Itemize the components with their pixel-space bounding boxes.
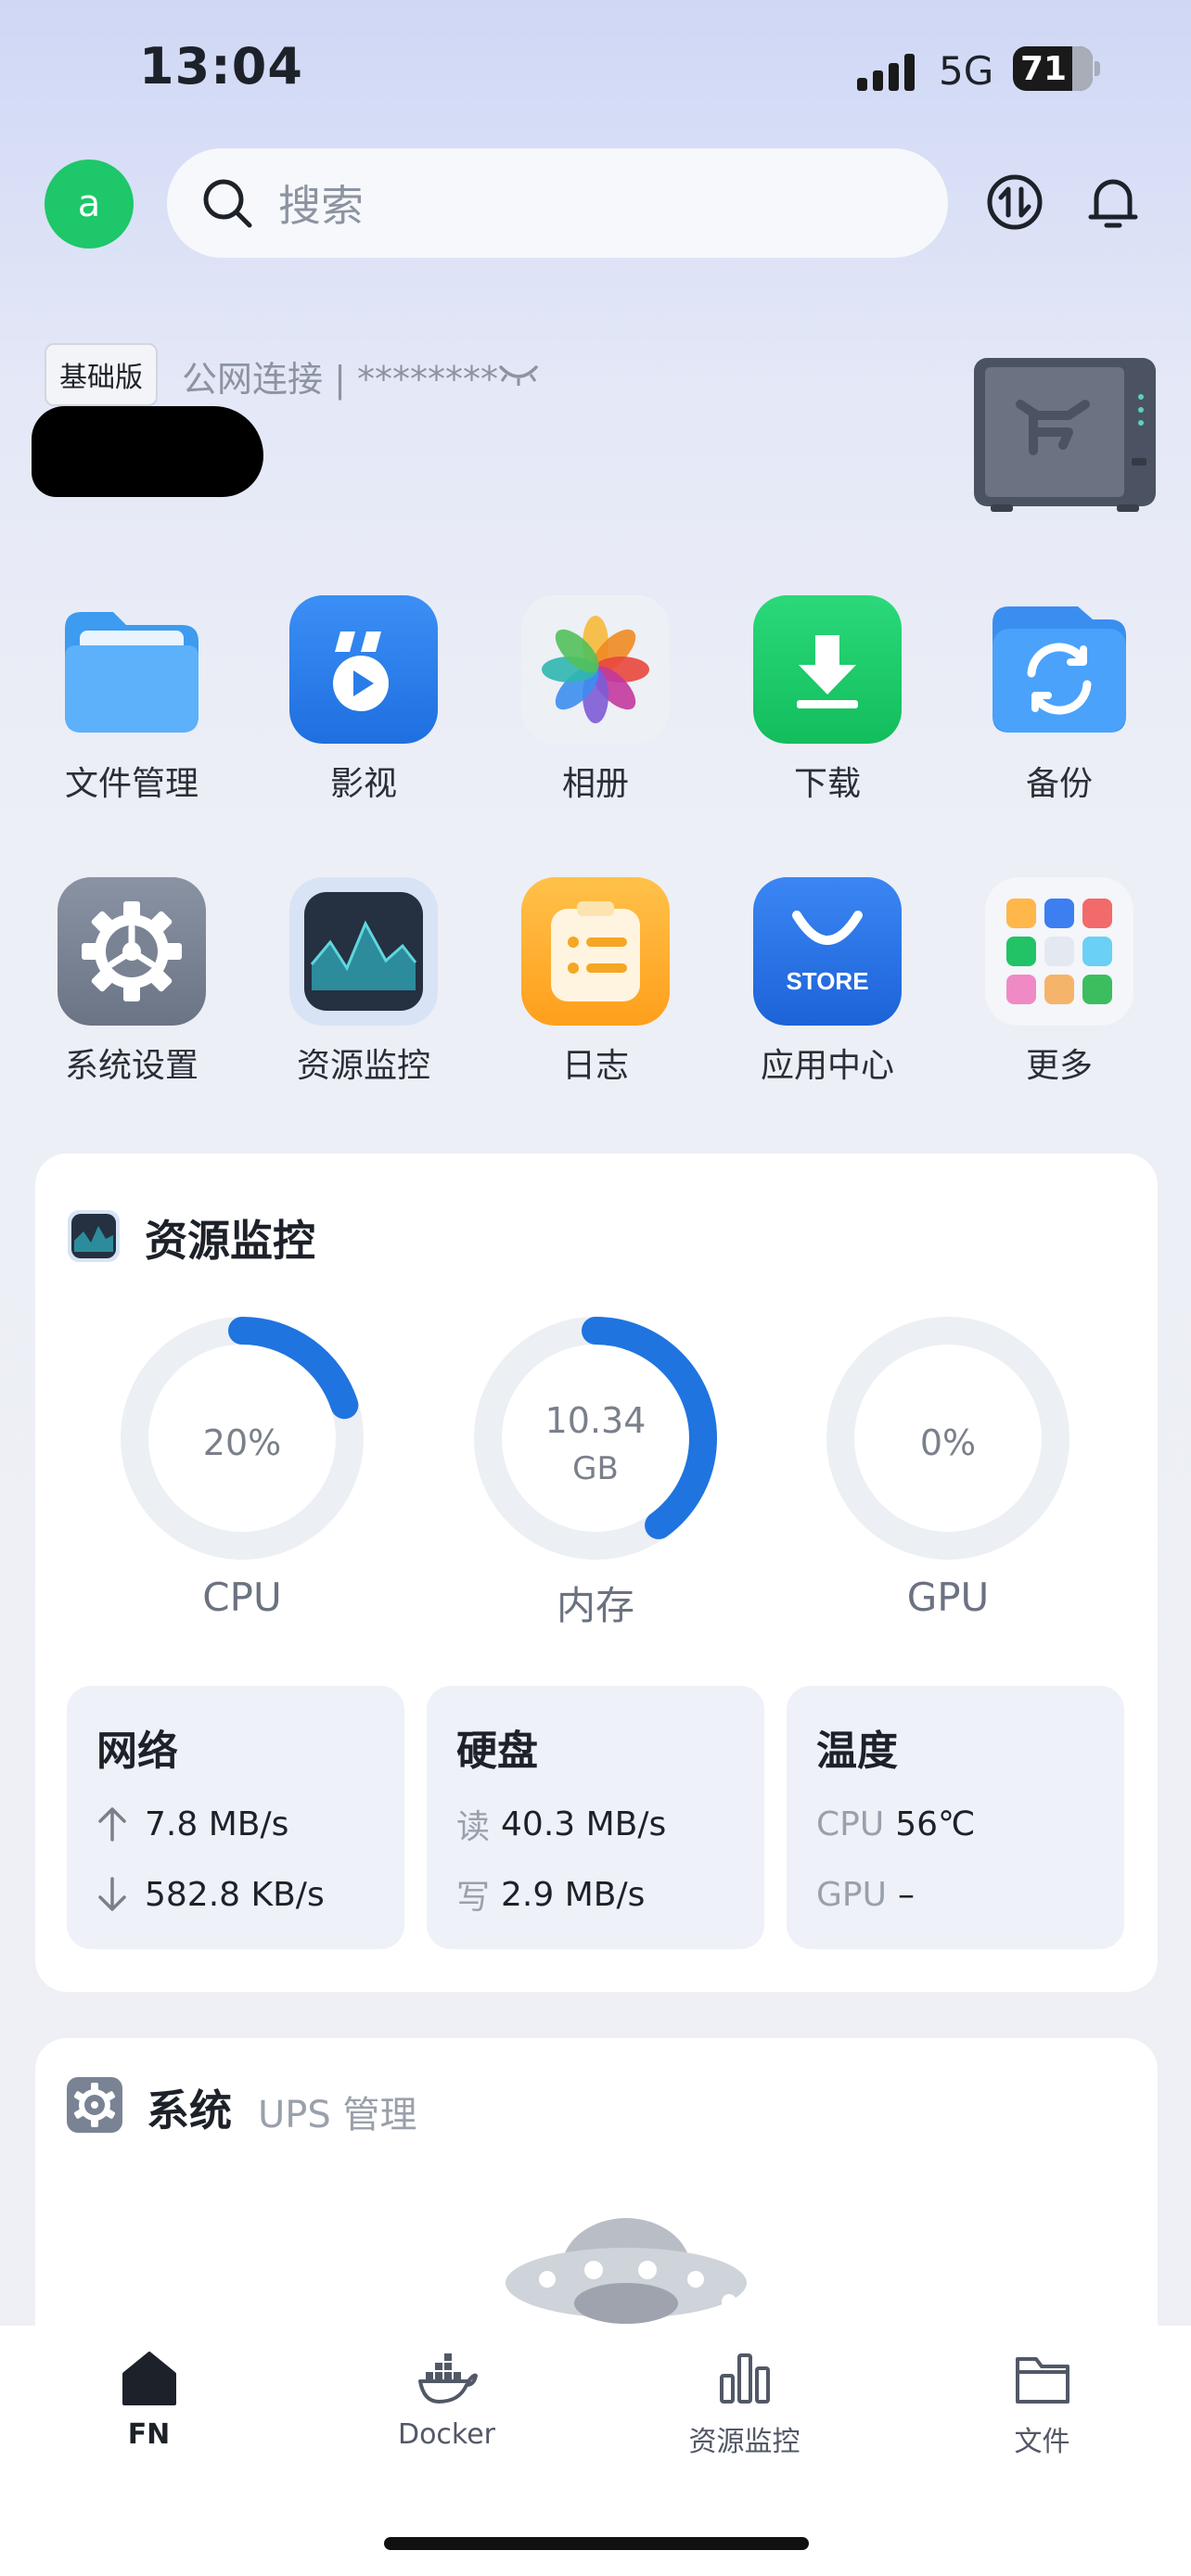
battery-level: 71	[1020, 50, 1068, 88]
eye-closed-icon[interactable]	[497, 363, 540, 388]
settings-icon	[58, 877, 206, 1026]
app-log[interactable]: 日志	[503, 877, 688, 1087]
app-backup[interactable]: 备份	[967, 595, 1152, 805]
app-photos[interactable]: 相册	[503, 595, 688, 805]
monitor-small-icon	[68, 1210, 120, 1262]
home-indicator	[384, 2537, 809, 2550]
gpu-label: GPU	[906, 1575, 990, 1620]
photos-icon	[521, 595, 670, 744]
store-badge-text: STORE	[786, 966, 869, 995]
download-icon	[753, 595, 902, 744]
folder-icon	[58, 595, 206, 744]
app-download[interactable]: 下载	[735, 595, 920, 805]
monitor-card-title: 资源监控	[145, 1216, 315, 1266]
search-placeholder: 搜索	[278, 181, 364, 231]
battery-tip	[1095, 61, 1100, 76]
disk-read-key: 读	[456, 1808, 491, 1846]
bar-chart-icon	[719, 2353, 770, 2404]
disk-title: 硬盘	[456, 1728, 538, 1775]
bag-handle-icon	[792, 910, 863, 945]
tab-label: 文件	[1014, 2426, 1070, 2458]
edition-badge: 基础版	[45, 343, 158, 406]
folder-outline-icon	[1015, 2357, 1069, 2404]
tab-fn[interactable]: FN	[0, 2348, 298, 2451]
tab-files[interactable]: 文件	[893, 2348, 1191, 2459]
memory-gauge: 10.34 GB 内存	[470, 1313, 721, 1631]
app-label: 下载	[793, 765, 861, 803]
disk-write-value: 2.9 MB/s	[501, 1875, 646, 1914]
status-time: 13:04	[139, 37, 303, 96]
app-label: 日志	[561, 1047, 629, 1085]
connection-info: 公网连接 | ********	[182, 359, 498, 400]
tab-label: FN	[127, 2418, 171, 2451]
arrow-up-icon	[98, 1807, 126, 1842]
app-label: 资源监控	[296, 1047, 430, 1085]
temp-cpu-key: CPU	[816, 1804, 885, 1843]
redacted-device-name	[32, 406, 263, 497]
transfer-icon[interactable]	[985, 172, 1044, 232]
app-file-manager[interactable]: 文件管理	[39, 595, 224, 805]
system-settings-small-icon	[67, 2077, 122, 2133]
docker-icon	[417, 2353, 478, 2404]
app-label: 系统设置	[64, 1047, 198, 1085]
cellular-signal-icon	[857, 54, 915, 91]
tab-label: 资源监控	[688, 2426, 800, 2458]
temp-gpu-value: –	[897, 1875, 915, 1914]
store-icon: STORE	[753, 877, 902, 1026]
tab-label: Docker	[397, 2418, 496, 2451]
home-icon	[122, 2352, 176, 2405]
battery-icon: 71	[1013, 46, 1093, 91]
disk-tile[interactable]: 硬盘 读 40.3 MB/s 写 2.9 MB/s	[427, 1686, 764, 1949]
cpu-label: CPU	[202, 1575, 282, 1620]
system-card-title: 系统	[147, 2085, 232, 2136]
gpu-value: 0%	[919, 1422, 977, 1463]
temperature-tile[interactable]: 温度 CPU 56℃ GPU –	[787, 1686, 1124, 1949]
backup-icon	[985, 595, 1133, 744]
log-icon	[521, 877, 670, 1026]
app-label: 文件管理	[64, 765, 198, 803]
memory-label: 内存	[556, 1583, 634, 1628]
app-label: 应用中心	[760, 1047, 894, 1085]
app-label: 相册	[561, 765, 629, 803]
network-title: 网络	[96, 1728, 178, 1775]
video-icon	[289, 595, 438, 744]
app-store[interactable]: STORE 应用中心	[735, 877, 920, 1087]
avatar[interactable]: a	[45, 159, 134, 249]
temperature-title: 温度	[816, 1728, 898, 1775]
arrow-down-icon	[98, 1877, 126, 1911]
network-down-value: 582.8 KB/s	[145, 1875, 325, 1914]
gpu-gauge: 0% GPU	[823, 1313, 1073, 1620]
app-resource-monitor[interactable]: 资源监控	[271, 877, 456, 1087]
memory-value: 10.34	[544, 1400, 647, 1441]
temp-cpu-value: 56℃	[895, 1804, 976, 1843]
tab-resource-monitor[interactable]: 资源监控	[596, 2348, 893, 2459]
monitor-icon	[289, 877, 438, 1026]
app-video[interactable]: 影视	[271, 595, 456, 805]
app-system-settings[interactable]: 系统设置	[39, 877, 224, 1087]
network-up-value: 7.8 MB/s	[145, 1804, 289, 1843]
tab-docker[interactable]: Docker	[298, 2348, 596, 2451]
search-bar[interactable]: 搜索	[167, 148, 948, 258]
network-type: 5G	[939, 48, 994, 94]
disk-read-value: 40.3 MB/s	[501, 1804, 667, 1843]
bell-icon[interactable]	[1083, 172, 1143, 232]
search-icon	[203, 179, 252, 228]
app-label: 备份	[1025, 765, 1093, 803]
disk-write-key: 写	[456, 1879, 491, 1917]
app-label: 更多	[1025, 1047, 1093, 1085]
memory-unit: GB	[572, 1450, 619, 1487]
ufo-illustration	[506, 2218, 747, 2324]
more-icon	[985, 877, 1133, 1026]
temp-gpu-key: GPU	[816, 1875, 887, 1914]
network-tile[interactable]: 网络 7.8 MB/s 582.8 KB/s	[67, 1686, 404, 1949]
app-more[interactable]: 更多	[967, 877, 1152, 1087]
cpu-gauge: 20% CPU	[117, 1313, 367, 1620]
cpu-value: 20%	[202, 1422, 282, 1463]
nas-device-icon	[974, 358, 1156, 512]
app-label: 影视	[329, 765, 397, 803]
ups-management-link[interactable]: UPS 管理	[258, 2085, 417, 2138]
